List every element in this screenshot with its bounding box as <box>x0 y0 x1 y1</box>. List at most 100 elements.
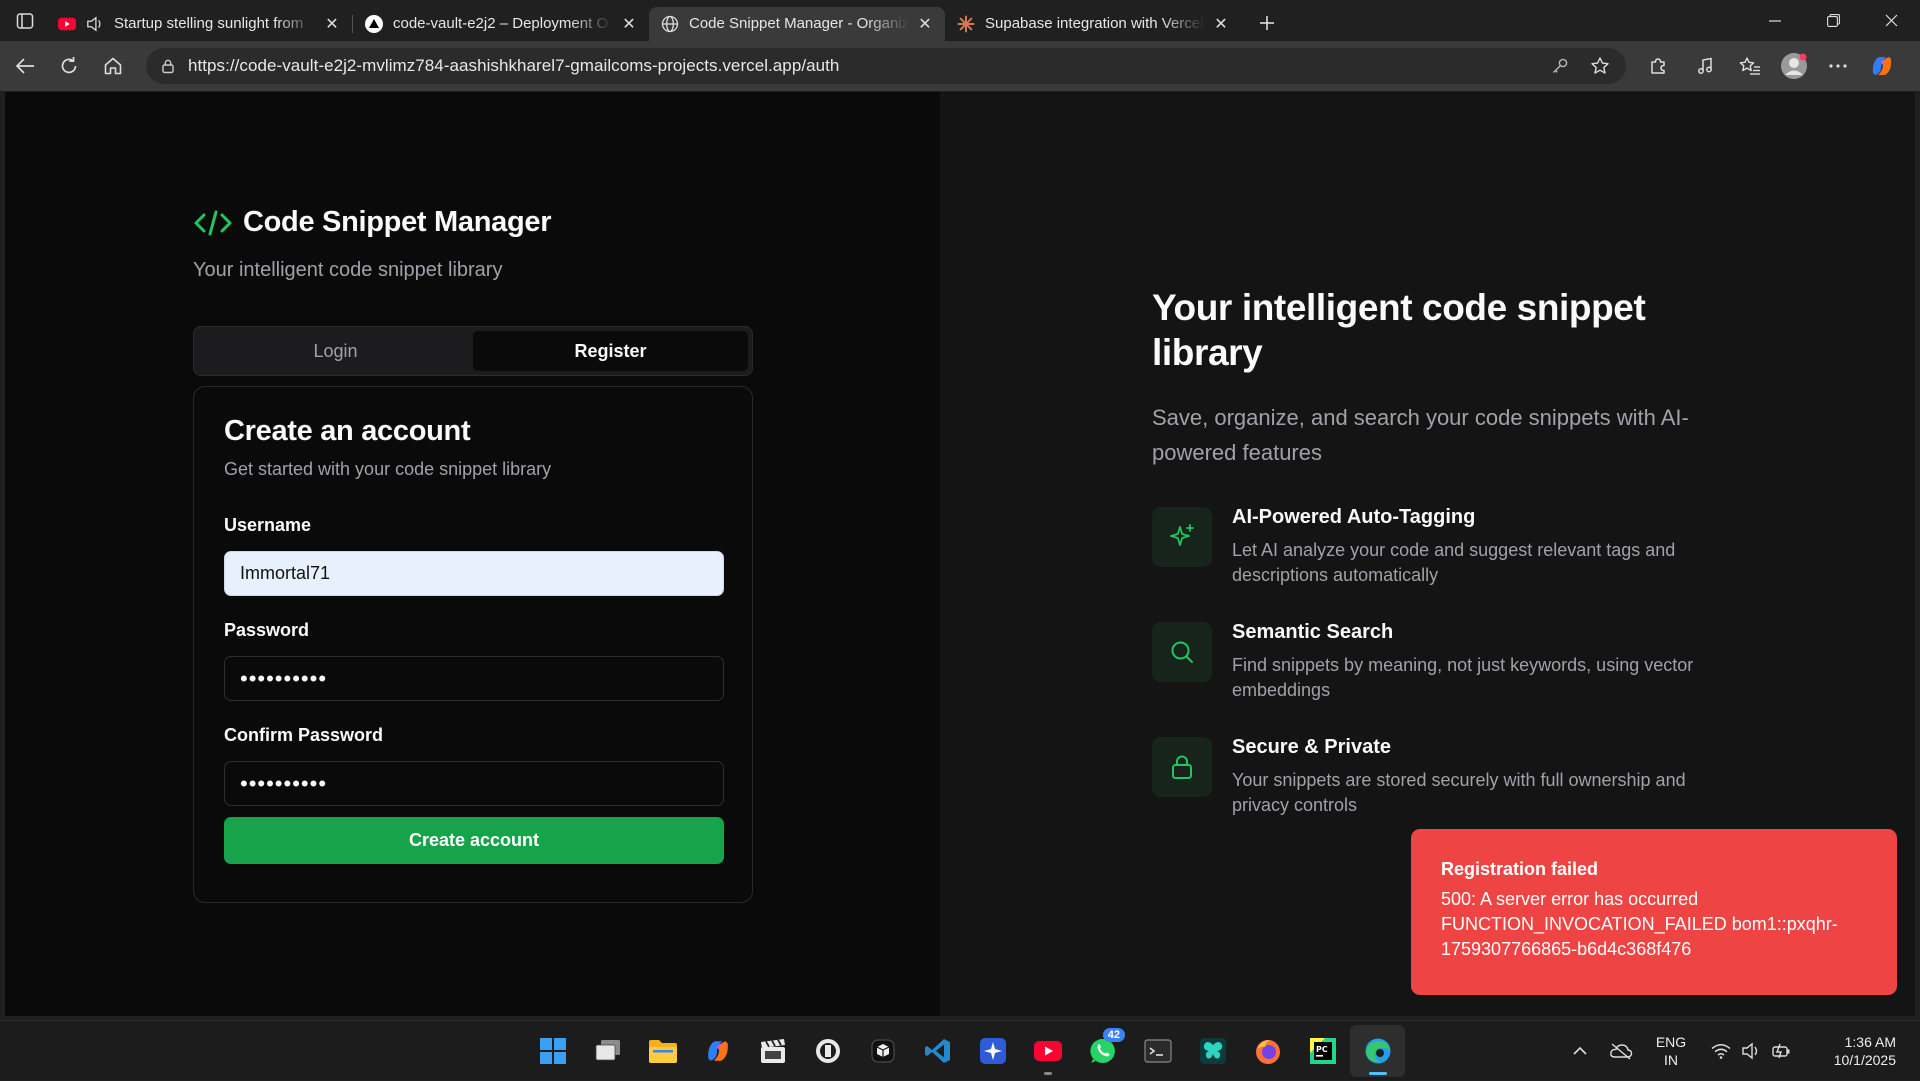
taskbar-butterfly-app[interactable] <box>1185 1025 1240 1077</box>
extensions-button[interactable] <box>1636 44 1680 88</box>
username-input[interactable]: Immortal71 <box>224 551 724 596</box>
taskbar-video-editor[interactable] <box>745 1025 800 1077</box>
terminal-icon <box>1143 1039 1172 1063</box>
create-account-button[interactable]: Create account <box>224 817 724 864</box>
password-key-icon[interactable] <box>1540 57 1580 75</box>
close-window-button[interactable] <box>1862 0 1920 41</box>
home-button[interactable] <box>91 44 135 88</box>
windows-logo-icon <box>539 1038 566 1064</box>
lock-icon <box>1152 737 1212 797</box>
window-controls <box>1746 0 1920 41</box>
wifi-icon <box>1711 1044 1731 1059</box>
taskbar-firefox[interactable] <box>1240 1025 1295 1077</box>
start-button[interactable] <box>525 1025 580 1077</box>
brand-header: Code Snippet Manager <box>193 206 552 239</box>
feature-title: Semantic Search <box>1232 621 1394 643</box>
browser-tab-code-snippet-manager[interactable]: Code Snippet Manager - Organiz ✕ <box>649 6 945 41</box>
taskbar-whatsapp[interactable]: 42 <box>1075 1025 1130 1077</box>
battery-status[interactable] <box>1766 1042 1796 1060</box>
page-viewport: Code Snippet Manager Your intelligent co… <box>5 92 1915 1016</box>
taskbar-ai-app[interactable] <box>965 1025 1020 1077</box>
close-tab-icon[interactable]: ✕ <box>915 14 935 34</box>
site-info-icon[interactable] <box>160 58 176 74</box>
tab-login[interactable]: Login <box>198 331 473 371</box>
input-language[interactable]: ENG IN <box>1644 1033 1698 1069</box>
tab-actions-icon <box>16 12 34 29</box>
back-arrow-icon <box>15 58 34 74</box>
claude-icon <box>957 15 975 33</box>
close-tab-icon[interactable]: ✕ <box>619 14 639 34</box>
copilot-icon <box>707 1041 728 1061</box>
profile-button[interactable] <box>1772 44 1816 88</box>
new-tab-button[interactable] <box>1247 6 1287 40</box>
feature-description: Find snippets by meaning, not just keywo… <box>1232 655 1694 700</box>
taskbar-youtube[interactable] <box>1020 1025 1075 1077</box>
pycharm-icon: PC <box>1309 1038 1336 1064</box>
taskbar-vscode[interactable] <box>910 1025 965 1077</box>
feature-description: Let AI analyze your code and suggest rel… <box>1232 540 1676 585</box>
favorites-button[interactable] <box>1728 44 1772 88</box>
tab-actions-button[interactable] <box>0 0 50 41</box>
browser-tab-youtube[interactable]: Startup stelling sunlight from ✕ <box>50 7 352 41</box>
edge-icon <box>1365 1038 1390 1064</box>
svg-text:PC: PC <box>1316 1045 1328 1054</box>
browser-tab-supabase[interactable]: Supabase integration with Vercel ✕ <box>945 7 1241 41</box>
copilot-button[interactable] <box>1860 44 1904 88</box>
confirm-password-value: •••••••••• <box>240 770 328 796</box>
wifi-status[interactable] <box>1706 1043 1736 1059</box>
taskbar-edge[interactable] <box>1350 1025 1405 1077</box>
tab-title: Supabase integration with Vercel <box>985 15 1204 32</box>
globe-icon <box>661 15 679 33</box>
close-tab-icon[interactable]: ✕ <box>1211 14 1231 34</box>
battery-charging-icon <box>1772 1043 1790 1059</box>
clock-time: 1:36 AM <box>1844 1034 1896 1050</box>
media-control-button[interactable] <box>1684 44 1728 88</box>
confirm-password-input[interactable]: •••••••••• <box>224 761 724 806</box>
address-bar-actions <box>1540 48 1620 84</box>
clapperboard-icon <box>760 1039 785 1063</box>
volume-status[interactable] <box>1736 1042 1766 1060</box>
taskbar-copilot[interactable] <box>690 1025 745 1077</box>
taskbar-pycharm[interactable]: PC <box>1295 1025 1350 1077</box>
toolbar-right-actions <box>1636 44 1904 88</box>
running-indicator <box>1043 1072 1052 1075</box>
show-hidden-icons-button[interactable] <box>1562 1046 1598 1056</box>
minimize-button[interactable] <box>1746 0 1804 41</box>
folder-icon <box>648 1040 677 1063</box>
music-note-icon <box>1698 57 1712 74</box>
onedrive-status[interactable] <box>1598 1042 1644 1060</box>
task-view-button[interactable] <box>580 1025 635 1077</box>
password-label: Password <box>224 620 310 640</box>
browser-tab-bar: Startup stelling sunlight from ✕ code-va… <box>0 0 1920 41</box>
browser-tab-vercel[interactable]: code-vault-e2j2 – Deployment O ✕ <box>353 7 649 41</box>
refresh-button[interactable] <box>47 44 91 88</box>
restore-button[interactable] <box>1804 0 1862 41</box>
taskbar-file-explorer[interactable] <box>635 1025 690 1077</box>
favorites-list-icon <box>1739 57 1760 75</box>
chevron-up-icon <box>1573 1046 1587 1055</box>
brand-tagline: Your intelligent code snippet library <box>193 259 503 281</box>
sparkle-app-icon <box>979 1038 1006 1064</box>
close-tab-icon[interactable]: ✕ <box>322 14 342 34</box>
feature-title: AI-Powered Auto-Tagging <box>1232 506 1476 528</box>
error-toast[interactable]: Registration failed 500: A server error … <box>1411 829 1897 995</box>
feature-title: Secure & Private <box>1232 736 1391 758</box>
brand-name: Code Snippet Manager <box>243 206 552 238</box>
favorite-star-icon[interactable] <box>1580 56 1620 76</box>
code-brackets-icon <box>194 210 232 235</box>
back-button[interactable] <box>3 44 47 88</box>
password-input[interactable]: •••••••••• <box>224 656 724 701</box>
search-icon <box>1152 622 1212 682</box>
taskbar-onedrive-app[interactable] <box>800 1025 855 1077</box>
speaker-icon[interactable] <box>86 15 104 33</box>
url-text[interactable]: https://code-vault-e2j2-mvlimz784-aashis… <box>188 56 839 76</box>
taskbar-terminal[interactable] <box>1130 1025 1185 1077</box>
settings-more-button[interactable] <box>1816 44 1860 88</box>
task-view-icon <box>595 1040 620 1061</box>
username-value: Immortal71 <box>240 563 331 583</box>
system-clock[interactable]: 1:36 AM 10/1/2025 <box>1806 1033 1896 1069</box>
address-bar[interactable]: https://code-vault-e2j2-mvlimz784-aashis… <box>146 48 1626 84</box>
taskbar-cube-app[interactable] <box>855 1025 910 1077</box>
card-subtitle: Get started with your code snippet libra… <box>224 459 552 479</box>
tab-register[interactable]: Register <box>473 331 748 371</box>
